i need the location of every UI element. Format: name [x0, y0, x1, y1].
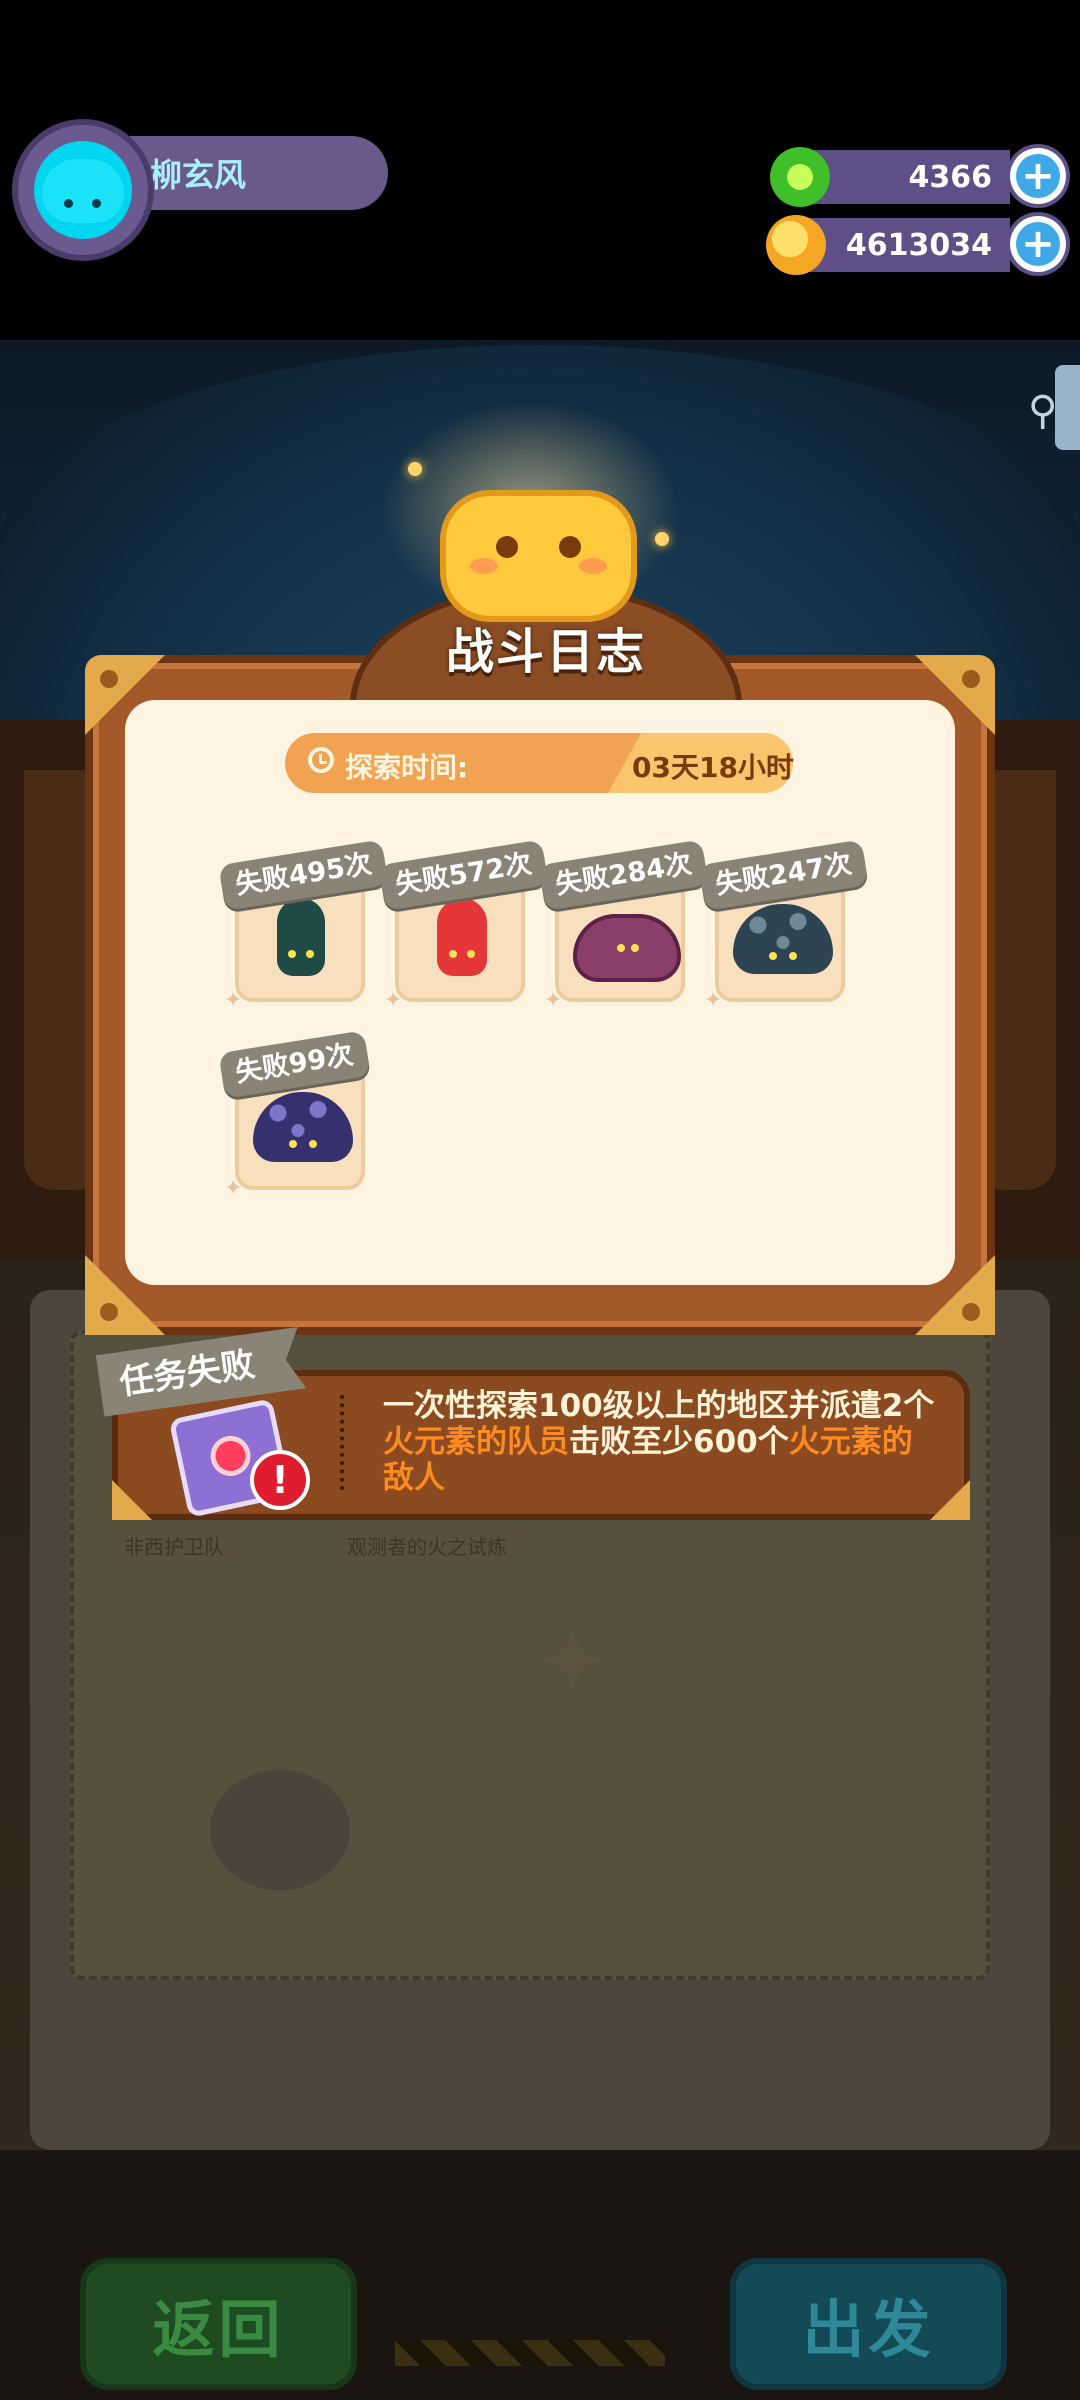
smiley-bubble-icon — [440, 490, 637, 622]
gold-amount: 4613034 — [845, 227, 992, 263]
indigo-spotted-mushroom-icon — [253, 1092, 353, 1162]
player-name-plate[interactable]: 柳玄风 — [120, 136, 388, 210]
green-gem-icon — [770, 147, 830, 207]
side-tab[interactable] — [1055, 365, 1080, 450]
mission-divider — [340, 1395, 344, 1490]
mission-text-highlight: 火元素的队员 — [383, 1424, 569, 1460]
exploration-time-label: 探索时间: — [345, 751, 469, 784]
exploration-time-value: 03天18小时 — [632, 751, 794, 784]
add-gold-button[interactable]: + — [1010, 216, 1066, 272]
scene-label: 非西护卫队 — [112, 1525, 236, 1566]
spark-icon — [655, 532, 669, 546]
frame-rivet — [100, 670, 118, 688]
sparkle-icon: ✦ — [224, 1176, 243, 1201]
avatar[interactable] — [34, 141, 132, 239]
frame-rivet — [962, 1303, 980, 1321]
plus-icon: + — [1016, 222, 1060, 266]
gem-amount: 4366 — [908, 159, 993, 195]
depart-button[interactable]: 出发 — [730, 2258, 1007, 2390]
dark-green-ghost-icon — [277, 898, 325, 976]
cat-face-icon — [42, 159, 124, 223]
spark-icon — [408, 462, 422, 476]
add-gems-button[interactable]: + — [1010, 148, 1066, 204]
mission-text-part: 击败至少600个 — [569, 1424, 789, 1460]
blue-spotted-mushroom-icon — [733, 904, 833, 974]
scene-star-icon: ✦ — [535, 1610, 611, 1715]
clock-icon — [308, 747, 334, 773]
dialog-title: 战斗日志 — [445, 624, 646, 680]
plus-icon: + — [1016, 154, 1060, 198]
sparkle-icon: ✦ — [544, 988, 563, 1013]
key-icon[interactable]: ⚲ — [1028, 388, 1057, 434]
back-button[interactable]: 返回 — [80, 2258, 357, 2390]
purple-clam-icon — [573, 914, 681, 982]
frame-rivet — [962, 670, 980, 688]
scene-planet-icon — [210, 1770, 350, 1890]
mission-text-part: 一次性探索100级以上的地区并派遣2个 — [383, 1388, 935, 1424]
gold-planet-icon — [766, 215, 826, 275]
sparkle-icon: ✦ — [384, 988, 403, 1013]
alert-icon: ! — [250, 1450, 310, 1510]
frame-rivet — [100, 1303, 118, 1321]
sparkle-icon: ✦ — [704, 988, 723, 1013]
sparkle-icon: ✦ — [224, 988, 243, 1013]
red-ghost-icon — [437, 898, 487, 976]
scene-label: 观测者的火之试炼 — [335, 1525, 519, 1566]
player-name: 柳玄风 — [150, 156, 247, 194]
hazard-stripe — [395, 2340, 665, 2366]
mission-description: 一次性探索100级以上的地区并派遣2个火元素的队员击败至少600个火元素的敌人 — [383, 1388, 938, 1496]
